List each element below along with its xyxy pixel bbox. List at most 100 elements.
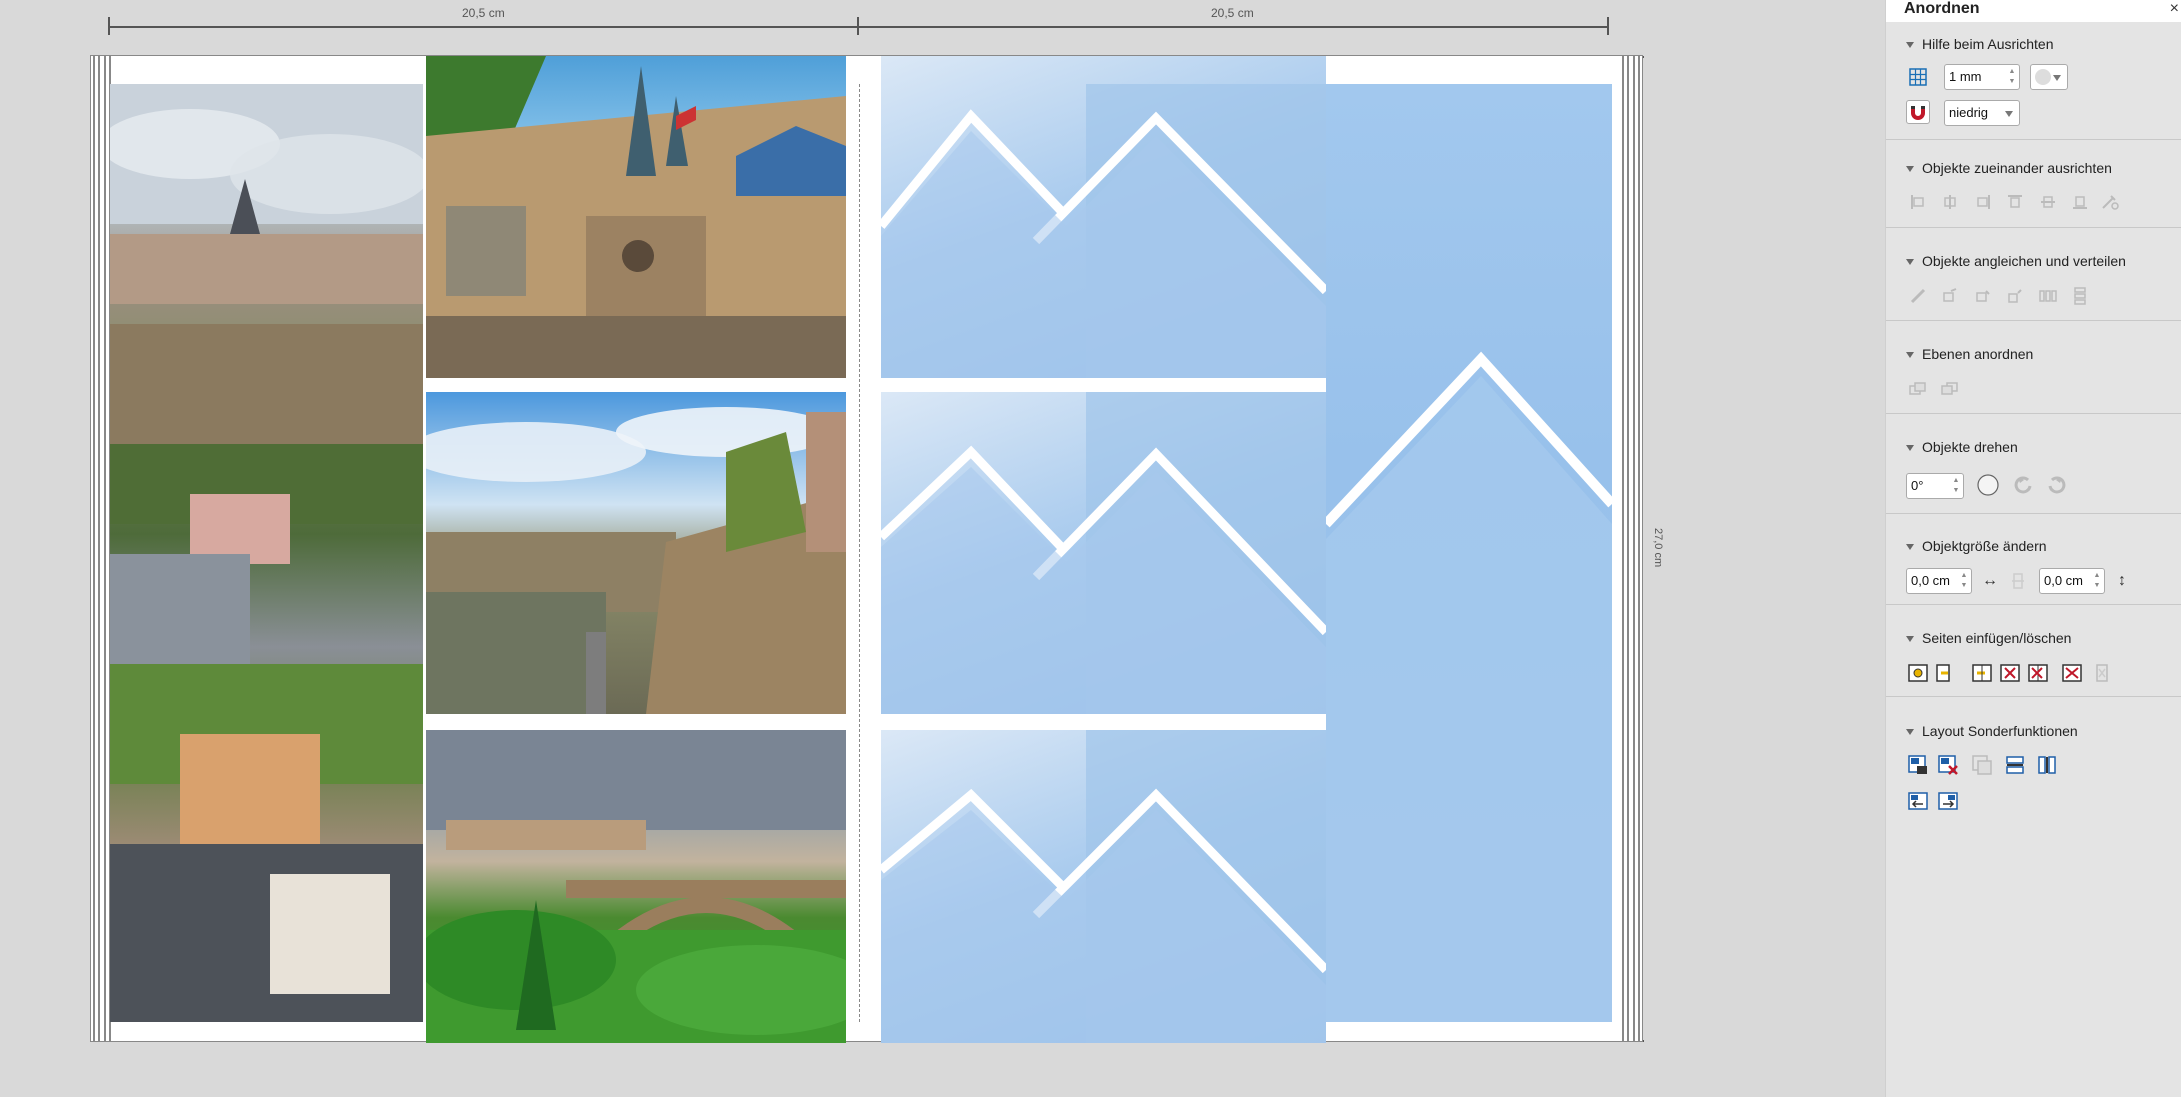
layout-swap-right-icon[interactable] xyxy=(1936,789,1960,813)
layout-distribute-rows-icon[interactable] xyxy=(2003,753,2027,777)
spinner-icon[interactable]: ▲ ▼ xyxy=(2007,67,2017,87)
photo-bridge[interactable] xyxy=(426,730,846,1043)
grid-icon[interactable] xyxy=(1906,65,1930,89)
section-title: Hilfe beim Ausrichten xyxy=(1922,36,2054,52)
section-toggle[interactable]: Layout Sonderfunktionen xyxy=(1906,723,2078,739)
photo-valley-town[interactable] xyxy=(426,392,846,714)
height-value: 0,0 cm xyxy=(2044,573,2084,588)
insert-page-before-icon[interactable] xyxy=(1906,661,1930,685)
align-middle-icon[interactable] xyxy=(2036,190,2060,214)
ruler-label-left: 20,5 cm xyxy=(462,6,505,20)
collapse-triangle-icon xyxy=(1906,544,1914,551)
align-center-icon[interactable] xyxy=(1938,190,1962,214)
distribute-horizontal-icon[interactable] xyxy=(2036,284,2060,308)
lock-ratio-icon[interactable] xyxy=(2006,569,2030,593)
section-title: Objekte angleichen und verteilen xyxy=(1922,253,2126,269)
collapse-triangle-icon xyxy=(1906,729,1914,736)
spinner-icon[interactable]: ▲ ▼ xyxy=(1959,571,1969,591)
layout-copy-disabled-icon[interactable] xyxy=(1970,753,1994,777)
match-height-icon[interactable] xyxy=(1971,284,1995,308)
section-toggle[interactable]: Objekte drehen xyxy=(1906,439,2018,455)
bring-forward-icon[interactable] xyxy=(1906,377,1930,401)
spinner-icon[interactable]: ▲ ▼ xyxy=(2092,571,2102,591)
rotation-angle-input[interactable]: 0° ▲ ▼ xyxy=(1906,473,1964,499)
section-title: Seiten einfügen/löschen xyxy=(1922,630,2072,646)
delete-spread-icon[interactable] xyxy=(2060,661,2084,685)
panel-title: Anordnen xyxy=(1904,0,1980,17)
height-arrows-icon: ↕ xyxy=(2118,572,2126,589)
arrange-panel: Anordnen × Hilfe beim Ausrichten 1 mm ▲ ▼… xyxy=(1885,0,2181,1097)
ruler-tick xyxy=(857,17,859,35)
close-icon[interactable]: × xyxy=(2170,0,2179,18)
section-title: Layout Sonderfunktionen xyxy=(1922,723,2078,739)
grid-color-dropdown[interactable] xyxy=(2030,64,2068,90)
align-left-icon[interactable] xyxy=(1906,190,1930,214)
left-cover-edge xyxy=(93,56,111,1041)
right-cover-edge xyxy=(1622,56,1640,1041)
section-toggle[interactable]: Objektgröße ändern xyxy=(1906,538,2047,554)
grid-size-value: 1 mm xyxy=(1949,69,1982,84)
delete-page-disabled-icon[interactable] xyxy=(2090,661,2114,685)
insert-spread-icon[interactable] xyxy=(1970,661,1994,685)
width-value: 0,0 cm xyxy=(1911,573,1951,588)
delete-left-page-icon[interactable] xyxy=(2026,661,2050,685)
section-toggle[interactable]: Ebenen anordnen xyxy=(1906,346,2033,362)
section-align-objects: Objekte zueinander ausrichten xyxy=(1886,140,2181,228)
ruler-label-right: 20,5 cm xyxy=(1211,6,1254,20)
section-resize: Objektgröße ändern 0,0 cm ▲ ▼ ↔ 0,0 cm ▲ ▼… xyxy=(1886,514,2181,605)
photo-placeholder[interactable] xyxy=(881,730,1326,1043)
rotation-dial-icon[interactable] xyxy=(1976,473,2000,497)
height-input[interactable]: 0,0 cm ▲ ▼ xyxy=(2039,568,2105,594)
section-rotate: Objekte drehen 0° ▲ ▼ xyxy=(1886,414,2181,514)
collapse-triangle-icon xyxy=(1906,445,1914,452)
photo-cathedral[interactable] xyxy=(426,56,846,378)
collapse-triangle-icon xyxy=(1906,352,1914,359)
ruler-line xyxy=(109,26,1609,28)
section-toggle[interactable]: Hilfe beim Ausrichten xyxy=(1906,36,2054,52)
chevron-down-icon xyxy=(2005,111,2013,117)
photo-city-cliff[interactable] xyxy=(110,84,423,1022)
collapse-triangle-icon xyxy=(1906,259,1914,266)
panel-header: Anordnen × xyxy=(1886,0,2181,22)
book-spread[interactable] xyxy=(90,55,1643,1043)
rotation-angle-value: 0° xyxy=(1911,478,1924,493)
width-input[interactable]: 0,0 cm ▲ ▼ xyxy=(1906,568,1972,594)
ruler-label-height: 27,0 cm xyxy=(1652,528,1664,568)
magnet-icon[interactable] xyxy=(1906,100,1930,124)
rotate-left-icon[interactable] xyxy=(2012,473,2036,497)
width-arrows-icon: ↔ xyxy=(1982,572,1998,589)
delete-page-icon[interactable] xyxy=(1998,661,2022,685)
photo-placeholder-tall[interactable] xyxy=(1326,84,1612,1022)
snap-strength-value: niedrig xyxy=(1949,105,1989,120)
grid-size-input[interactable]: 1 mm ▲ ▼ xyxy=(1944,64,2020,90)
page-gutter xyxy=(859,84,860,1022)
layout-distribute-cols-icon[interactable] xyxy=(2035,753,2059,777)
section-toggle[interactable]: Seiten einfügen/löschen xyxy=(1906,630,2071,646)
collapse-triangle-icon xyxy=(1906,636,1914,643)
layout-swap-left-icon[interactable] xyxy=(1906,789,1930,813)
match-proportion-icon[interactable] xyxy=(2003,284,2027,308)
section-title: Objekte zueinander ausrichten xyxy=(1922,160,2112,176)
match-width-icon[interactable] xyxy=(1938,284,1962,308)
section-match-distribute: Objekte angleichen und verteilen xyxy=(1886,228,2181,321)
align-tools-icon[interactable] xyxy=(2098,190,2122,214)
ruler-tick xyxy=(108,17,110,35)
align-top-icon[interactable] xyxy=(2003,190,2027,214)
rotate-right-icon[interactable] xyxy=(2044,473,2068,497)
send-backward-icon[interactable] xyxy=(1938,377,1962,401)
color-swatch xyxy=(2035,69,2051,85)
layout-apply-icon[interactable] xyxy=(1906,753,1930,777)
align-right-icon[interactable] xyxy=(1971,190,1995,214)
align-bottom-icon[interactable] xyxy=(2068,190,2092,214)
spinner-icon[interactable]: ▲ ▼ xyxy=(1951,476,1961,496)
photo-placeholder[interactable] xyxy=(881,392,1326,714)
section-toggle[interactable]: Objekte zueinander ausrichten xyxy=(1906,160,2112,176)
photo-placeholder[interactable] xyxy=(881,56,1326,378)
insert-page-after-icon[interactable] xyxy=(1932,661,1956,685)
layout-remove-icon[interactable] xyxy=(1936,753,1960,777)
section-toggle[interactable]: Objekte angleichen und verteilen xyxy=(1906,253,2126,269)
snap-strength-dropdown[interactable]: niedrig xyxy=(1944,100,2020,126)
distribute-vertical-icon[interactable] xyxy=(2068,284,2092,308)
ruler-tick xyxy=(1607,17,1609,35)
match-size-icon[interactable] xyxy=(1906,284,1930,308)
